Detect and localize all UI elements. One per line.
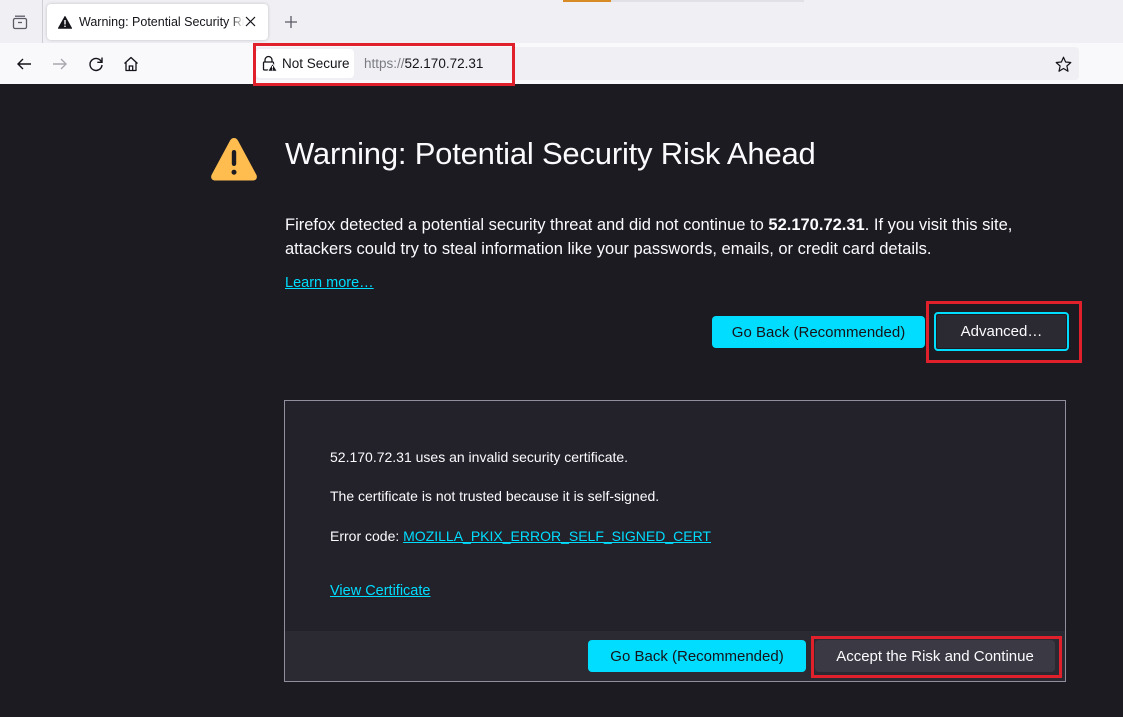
tab-title: Warning: Potential Security Risk Ahead: [79, 15, 244, 29]
tab-list-icon: [12, 15, 28, 30]
arrow-right-icon: [53, 58, 67, 70]
arrow-left-icon: [17, 58, 31, 70]
not-secure-label: Not Secure: [282, 56, 350, 71]
bookmark-button[interactable]: [1053, 54, 1073, 74]
error-code-link[interactable]: MOZILLA_PKIX_ERROR_SELF_SIGNED_CERT: [403, 528, 711, 544]
plus-icon: [285, 16, 297, 28]
reload-button[interactable]: [84, 52, 108, 76]
tab-list-button[interactable]: [8, 10, 32, 34]
description-text-1: Firefox detected a potential security th…: [285, 216, 769, 234]
error-page: Warning: Potential Security Risk Ahead F…: [0, 84, 1123, 717]
accept-risk-button[interactable]: Accept the Risk and Continue: [815, 640, 1055, 672]
error-description: Firefox detected a potential security th…: [285, 213, 1075, 261]
star-icon: [1055, 56, 1071, 72]
go-back-button[interactable]: Go Back (Recommended): [712, 316, 925, 348]
learn-more-link[interactable]: Learn more…: [285, 275, 374, 291]
navigation-toolbar: Not Secure https://52.170.72.31: [0, 43, 1123, 84]
description-host: 52.170.72.31: [768, 216, 865, 234]
invalid-certificate-text: 52.170.72.31 uses an invalid security ce…: [330, 449, 629, 465]
warning-triangle-icon: [58, 15, 72, 29]
site-identity-button[interactable]: Not Secure: [256, 49, 354, 78]
page-load-progress: [563, 0, 804, 2]
go-back-button-panel[interactable]: Go Back (Recommended): [588, 640, 806, 672]
tab-bar: Warning: Potential Security Risk Ahead: [0, 0, 1123, 43]
url-text[interactable]: https://52.170.72.31: [364, 56, 483, 71]
close-icon: [245, 16, 255, 26]
new-tab-button[interactable]: [281, 12, 301, 32]
back-button[interactable]: [12, 52, 36, 76]
advanced-button[interactable]: Advanced…: [934, 312, 1069, 351]
view-certificate-link[interactable]: View Certificate: [330, 583, 430, 599]
url-scheme: https://: [364, 56, 405, 71]
tab-divider: [42, 0, 43, 43]
page-title: Warning: Potential Security Risk Ahead: [285, 136, 816, 171]
insecure-lock-icon: [262, 55, 278, 72]
warning-icon: [211, 138, 257, 181]
url-bar[interactable]: Not Secure https://52.170.72.31: [254, 47, 1079, 80]
active-tab[interactable]: Warning: Potential Security Risk Ahead: [47, 4, 268, 40]
url-host: 52.170.72.31: [404, 56, 484, 71]
home-icon: [124, 56, 138, 72]
reload-icon: [89, 57, 103, 72]
page-load-progress-fill: [563, 0, 612, 2]
advanced-panel-footer: Go Back (Recommended) Accept the Risk an…: [285, 631, 1065, 681]
error-code-label: Error code:: [330, 528, 404, 544]
home-button[interactable]: [119, 52, 143, 76]
self-signed-text: The certificate is not trusted because i…: [330, 488, 660, 504]
error-code-row: Error code: MOZILLA_PKIX_ERROR_SELF_SIGN…: [330, 528, 711, 544]
tab-close-button[interactable]: [242, 13, 258, 29]
forward-button[interactable]: [48, 52, 72, 76]
advanced-panel: 52.170.72.31 uses an invalid security ce…: [284, 400, 1066, 682]
